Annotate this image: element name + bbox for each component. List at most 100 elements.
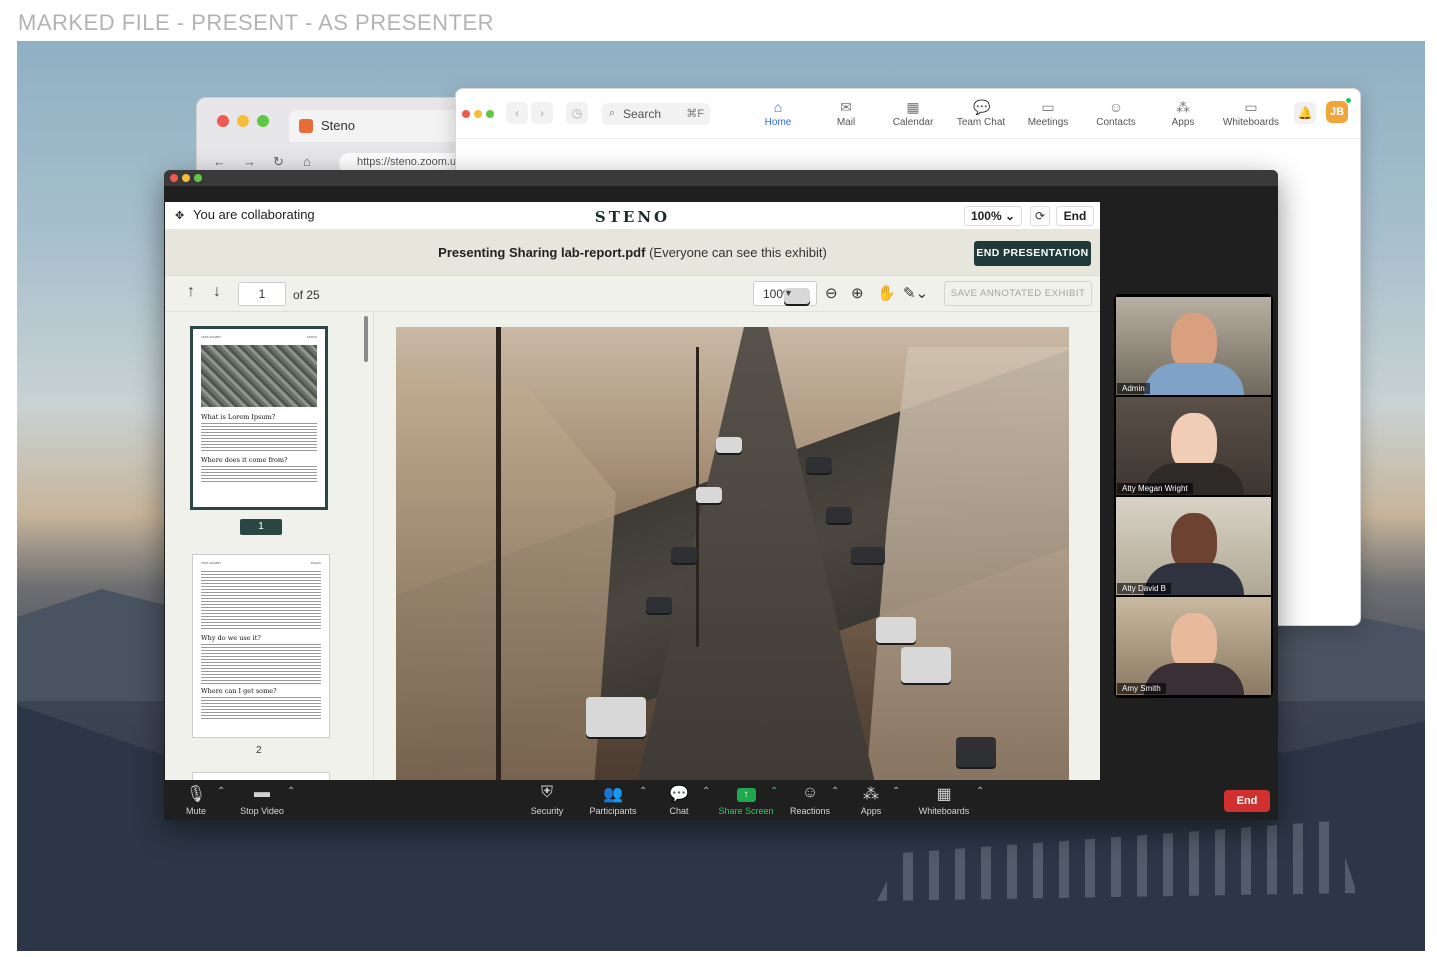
pen-annotate-icon[interactable]: ✎⌄: [903, 284, 928, 302]
chevron-up-icon[interactable]: ⌃: [287, 786, 295, 797]
security-button[interactable]: ⛨ Security: [528, 784, 566, 816]
chevron-up-icon[interactable]: ⌃: [831, 786, 839, 797]
tab-team-chat[interactable]: 💬 Team Chat: [947, 99, 1015, 128]
end-presentation-button[interactable]: END PRESENTATION: [974, 241, 1091, 266]
car: [671, 547, 697, 563]
presenting-status: Presenting Sharing lab-report.pdf (Every…: [165, 245, 1100, 260]
thumb-heading: Where does it come from?: [201, 456, 288, 464]
document-page-photo: [396, 327, 1069, 780]
avatar-initials: JB: [1329, 106, 1345, 118]
car: [826, 507, 852, 523]
search-input[interactable]: ⌕ Search ⌘F: [602, 103, 710, 125]
participant-gallery: Admin Atty Megan Wright Atty David B Amy…: [1114, 294, 1273, 698]
chevron-left-icon[interactable]: ‹: [506, 102, 528, 124]
shield-icon: ⛨: [540, 784, 553, 801]
maximize-dot-icon[interactable]: [194, 174, 202, 182]
tab-label: Contacts: [1096, 117, 1136, 128]
page-number-input[interactable]: 1: [238, 282, 286, 306]
reactions-button[interactable]: ☺ Reactions: [788, 784, 832, 816]
chevron-up-icon[interactable]: ⌃: [770, 786, 778, 797]
tab-label: Mail: [836, 117, 856, 128]
houses-right: [866, 347, 1069, 780]
participant-tile[interactable]: Atty Megan Wright: [1116, 397, 1271, 495]
car: [716, 437, 742, 453]
arrow-down-icon[interactable]: ↓: [213, 283, 221, 301]
maximize-dot-icon[interactable]: [257, 115, 269, 127]
bell-icon[interactable]: 🔔: [1294, 102, 1316, 124]
arrow-up-icon[interactable]: ↑: [187, 283, 195, 301]
chat-button[interactable]: 💬 Chat: [666, 784, 692, 816]
tab-meetings[interactable]: ▭ Meetings: [1014, 99, 1082, 128]
participants-button[interactable]: 👥 Participants: [587, 784, 639, 816]
zoom-out-icon[interactable]: ⊖: [825, 284, 838, 302]
participant-tile[interactable]: Amy Smith: [1116, 597, 1271, 695]
thumb-header-left: TEST EXHIBIT: [201, 335, 222, 339]
search-shortcut: ⌘F: [686, 108, 704, 120]
close-dot-icon[interactable]: [217, 115, 229, 127]
presenting-note: (Everyone can see this exhibit): [645, 245, 827, 260]
chevron-up-icon[interactable]: ⌃: [639, 786, 647, 797]
thumb-image: [201, 345, 317, 407]
home-icon[interactable]: ⌂: [303, 154, 311, 169]
reload-icon[interactable]: ↻: [273, 154, 284, 170]
page-thumbnail-2[interactable]: TEST EXHIBIT STENO Why do we use it? Wher…: [192, 554, 330, 738]
hand-pan-icon[interactable]: ✋: [877, 284, 896, 302]
zoom-level-dropdown[interactable]: 100% ▼: [753, 281, 817, 306]
zoom-select[interactable]: 100% ⌄: [964, 206, 1022, 226]
thumb-heading: Why do we use it?: [201, 634, 261, 642]
chevron-up-icon[interactable]: ⌃: [702, 786, 710, 797]
tab-label: Meetings: [1027, 117, 1069, 128]
save-annotated-exhibit-button[interactable]: SAVE ANNOTATED EXHIBIT: [944, 281, 1092, 306]
end-button[interactable]: End: [1056, 206, 1094, 226]
tab-mail[interactable]: ✉ Mail: [812, 99, 880, 128]
apps-label: Apps: [860, 806, 882, 816]
tab-home[interactable]: ⌂ Home: [744, 99, 812, 128]
chevron-right-icon[interactable]: ›: [531, 102, 553, 124]
apps-button[interactable]: ⁂ Apps: [858, 784, 884, 816]
forward-arrow-icon[interactable]: →: [243, 154, 256, 169]
chevron-up-icon[interactable]: ⌃: [976, 786, 984, 797]
page-label: 2: [256, 745, 262, 756]
end-meeting-button[interactable]: End: [1224, 790, 1270, 812]
history-icon[interactable]: ◷: [566, 102, 588, 124]
refresh-icon[interactable]: ⟳: [1030, 206, 1050, 226]
page-thumbnail-3[interactable]: [192, 772, 330, 780]
thumb-text-lines: [201, 697, 321, 719]
tab-whiteboards[interactable]: ▭ Whiteboards: [1217, 99, 1285, 128]
share-screen-button[interactable]: ↑ Share Screen: [718, 784, 774, 816]
chevron-up-icon[interactable]: ⌃: [892, 786, 900, 797]
whiteboards-button[interactable]: ▦ Whiteboards: [916, 784, 972, 816]
participant-name: Atty Megan Wright: [1117, 483, 1193, 494]
stop-video-button[interactable]: ▬ Stop Video: [237, 784, 287, 816]
maximize-dot-icon[interactable]: [486, 110, 494, 118]
thumb-text-lines: [201, 644, 321, 684]
page-thumbnail-1[interactable]: TEST EXHIBIT STENO What is Lorem Ipsum? W…: [190, 326, 328, 510]
reactions-label: Reactions: [789, 806, 831, 816]
thumb-header: TEST EXHIBIT STENO: [201, 335, 317, 339]
tab-apps[interactable]: ⁂ Apps: [1149, 99, 1217, 128]
participant-tile[interactable]: Admin: [1116, 297, 1271, 395]
close-dot-icon[interactable]: [462, 110, 470, 118]
sidebar-scrollbar[interactable]: [364, 316, 368, 362]
participant-body: [1143, 363, 1244, 395]
participants-icon: 👥: [603, 786, 623, 803]
back-arrow-icon[interactable]: ←: [213, 154, 226, 169]
minimize-dot-icon[interactable]: [474, 110, 482, 118]
participants-label: Participants: [589, 806, 637, 816]
minimize-dot-icon[interactable]: [182, 174, 190, 182]
tab-calendar[interactable]: ▦ Calendar: [879, 99, 947, 128]
minimize-dot-icon[interactable]: [237, 115, 249, 127]
avatar[interactable]: JB: [1326, 97, 1352, 123]
whiteboards-label: Whiteboards: [918, 806, 970, 816]
participant-tile[interactable]: Atty David B: [1116, 497, 1271, 595]
browser-tab[interactable]: Steno: [289, 110, 469, 142]
close-dot-icon[interactable]: [170, 174, 178, 182]
thumb-header-right: STENO: [310, 561, 321, 565]
car: [586, 697, 646, 737]
contacts-icon: ☺: [1108, 99, 1124, 115]
zoom-in-icon[interactable]: ⊕: [851, 284, 864, 302]
car: [646, 597, 672, 613]
tab-contacts[interactable]: ☺ Contacts: [1082, 99, 1150, 128]
chevron-up-icon[interactable]: ⌃: [217, 786, 225, 797]
mute-button[interactable]: 🎙 Mute: [184, 784, 208, 816]
